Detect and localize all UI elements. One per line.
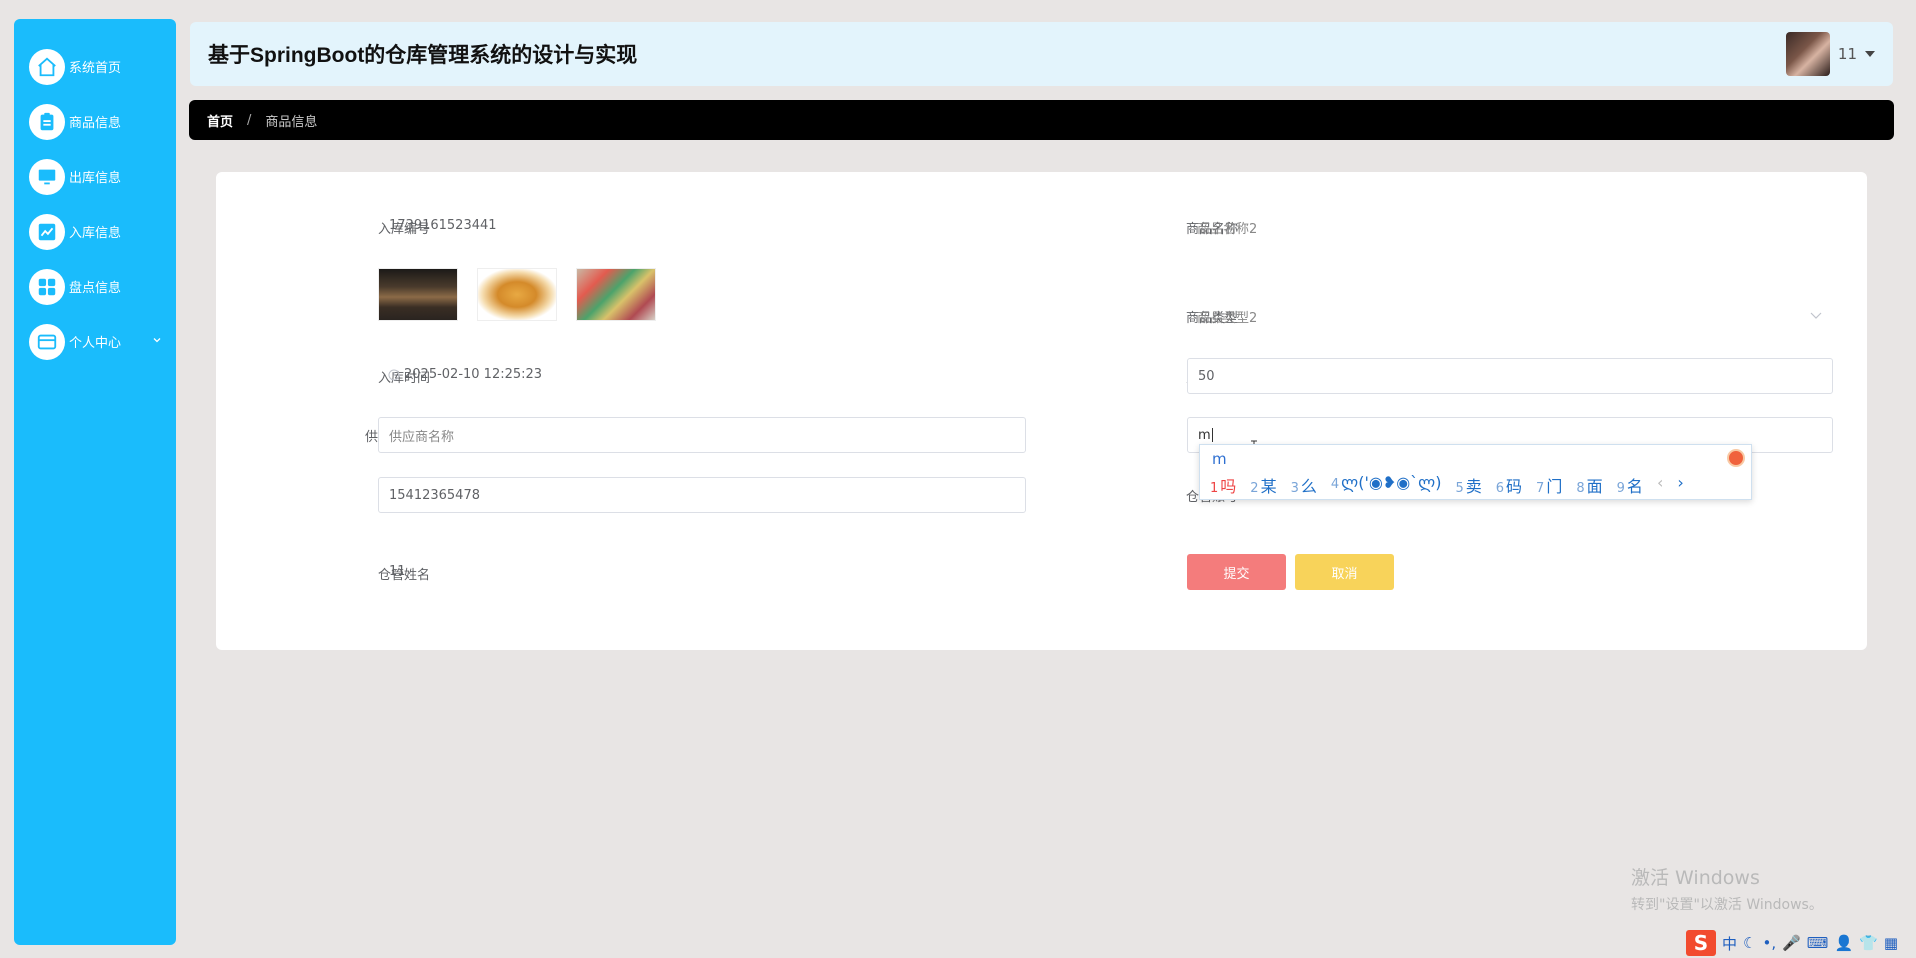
sidebar-item-inbound[interactable]: 入库信息 <box>14 204 176 259</box>
clipboard-icon <box>29 103 65 140</box>
sidebar: 系统首页 商品信息 出库信息 入库信息 盘点信息 个人中心 <box>14 19 176 945</box>
breadcrumb: 首页 / 商品信息 <box>189 100 1894 140</box>
sogou-logo-icon[interactable]: S <box>1686 930 1716 956</box>
breadcrumb-current: 商品信息 <box>265 114 318 130</box>
inbound-time-value: 2025-02-10 12:25:23 <box>404 367 543 382</box>
grid-icon <box>29 268 65 305</box>
avatar[interactable] <box>1785 32 1830 76</box>
inbound-time-field[interactable]: 2025-02-10 12:25:23 <box>388 367 542 382</box>
ime-candidate[interactable]: 9名 <box>1617 473 1643 497</box>
sidebar-item-profile[interactable]: 个人中心 <box>14 314 176 369</box>
sidebar-item-label: 商品信息 <box>69 116 122 131</box>
ime-punctuation-toggle[interactable]: •, <box>1762 934 1776 952</box>
sidebar-item-label: 入库信息 <box>69 226 122 241</box>
phone-input[interactable]: 15412365478 <box>378 477 1026 513</box>
product-name-value: 商品名称2 <box>1197 222 1258 237</box>
ime-toolbar: S 中 ☾ •, 🎤 ⌨ 👤 👕 ▦ <box>1686 930 1898 956</box>
top-bar: 基于SpringBoot的仓库管理系统的设计与实现 11 <box>190 22 1893 86</box>
product-image-2[interactable] <box>477 268 557 321</box>
grid-menu-icon[interactable]: ▦ <box>1884 934 1898 952</box>
moon-icon[interactable]: ☾ <box>1743 934 1756 952</box>
home-icon <box>29 48 65 85</box>
caret-down-icon <box>1865 51 1875 57</box>
owner-input-value: m <box>1198 427 1211 443</box>
ime-next-page-button[interactable]: › <box>1677 473 1683 497</box>
sidebar-item-label: 盘点信息 <box>69 281 122 296</box>
ime-candidate[interactable]: 5卖 <box>1455 473 1481 497</box>
ime-candidate[interactable]: 3么 <box>1291 473 1317 497</box>
ime-language-toggle[interactable]: 中 <box>1722 933 1737 954</box>
inbound-no-value: 1739161523441 <box>389 218 497 233</box>
breadcrumb-home[interactable]: 首页 <box>207 111 233 130</box>
watermark-subtitle: 转到"设置"以激活 Windows。 <box>1631 897 1823 913</box>
watermark-title: 激活 Windows <box>1631 867 1760 889</box>
ime-candidate[interactable]: 1吗 <box>1210 473 1236 497</box>
clock-icon <box>388 369 400 380</box>
sidebar-item-label: 出库信息 <box>69 171 122 186</box>
ime-candidate-list: 1吗 2某 3么 4 ლ('◉❥◉`ლ) 5卖 6码 7门 8面 9名 ‹ › <box>1210 473 1684 497</box>
product-image-1[interactable] <box>378 268 458 321</box>
form-card: 入库编号 1739161523441 商品名称 商品名称2 商品图片 商品类型 … <box>216 172 1867 650</box>
ime-candidate[interactable]: 8面 <box>1576 473 1602 497</box>
username: 11 <box>1837 45 1857 63</box>
sidebar-item-home[interactable]: 系统首页 <box>14 39 176 94</box>
windows-activation-watermark: 激活 Windows 转到"设置"以激活 Windows。 <box>1631 863 1823 914</box>
ime-prev-page-button[interactable]: ‹ <box>1657 473 1663 497</box>
sidebar-item-outbound[interactable]: 出库信息 <box>14 149 176 204</box>
submit-button[interactable]: 提交 <box>1187 554 1286 590</box>
user-menu[interactable]: 11 <box>1785 32 1875 76</box>
ime-candidate[interactable]: 4 ლ('◉❥◉`ლ) <box>1331 473 1442 497</box>
ime-composition: m <box>1212 450 1227 468</box>
product-image-3[interactable] <box>576 268 656 321</box>
chevron-down-icon[interactable] <box>152 334 162 349</box>
user-icon[interactable]: 👤 <box>1834 934 1853 952</box>
ime-candidate[interactable]: 7门 <box>1536 473 1562 497</box>
skin-icon[interactable]: 👕 <box>1859 934 1878 952</box>
chart-icon <box>29 213 65 250</box>
ime-candidate[interactable]: 6码 <box>1496 473 1522 497</box>
sidebar-item-products[interactable]: 商品信息 <box>14 94 176 149</box>
microphone-icon[interactable]: 🎤 <box>1782 934 1801 952</box>
sidebar-item-label: 系统首页 <box>69 61 122 76</box>
text-cursor <box>1211 428 1213 442</box>
keyboard-icon[interactable]: ⌨ <box>1807 934 1829 952</box>
card-icon <box>29 323 65 360</box>
keeper-name-label: 仓管姓名 <box>377 568 430 583</box>
app-title: 基于SpringBoot的仓库管理系统的设计与实现 <box>208 44 638 67</box>
supplier-input[interactable]: 供应商名称 <box>378 417 1026 453</box>
keeper-name-value: 11 <box>389 564 406 579</box>
cancel-button[interactable]: 取消 <box>1295 554 1394 590</box>
chevron-down-icon[interactable] <box>1810 312 1822 320</box>
quantity-input[interactable]: 50 <box>1187 358 1833 394</box>
ime-candidate-window: m 1吗 2某 3么 4 ლ('◉❥◉`ლ) 5卖 6码 7门 8面 9名 ‹ › <box>1199 444 1752 500</box>
ime-logo-icon[interactable] <box>1727 449 1745 467</box>
monitor-icon <box>29 158 65 195</box>
product-type-select[interactable]: 商品类型2 <box>1197 307 1257 326</box>
breadcrumb-separator: / <box>247 112 252 128</box>
sidebar-item-label: 个人中心 <box>69 336 122 351</box>
sidebar-item-inventory[interactable]: 盘点信息 <box>14 259 176 314</box>
ime-candidate[interactable]: 2某 <box>1250 473 1276 497</box>
